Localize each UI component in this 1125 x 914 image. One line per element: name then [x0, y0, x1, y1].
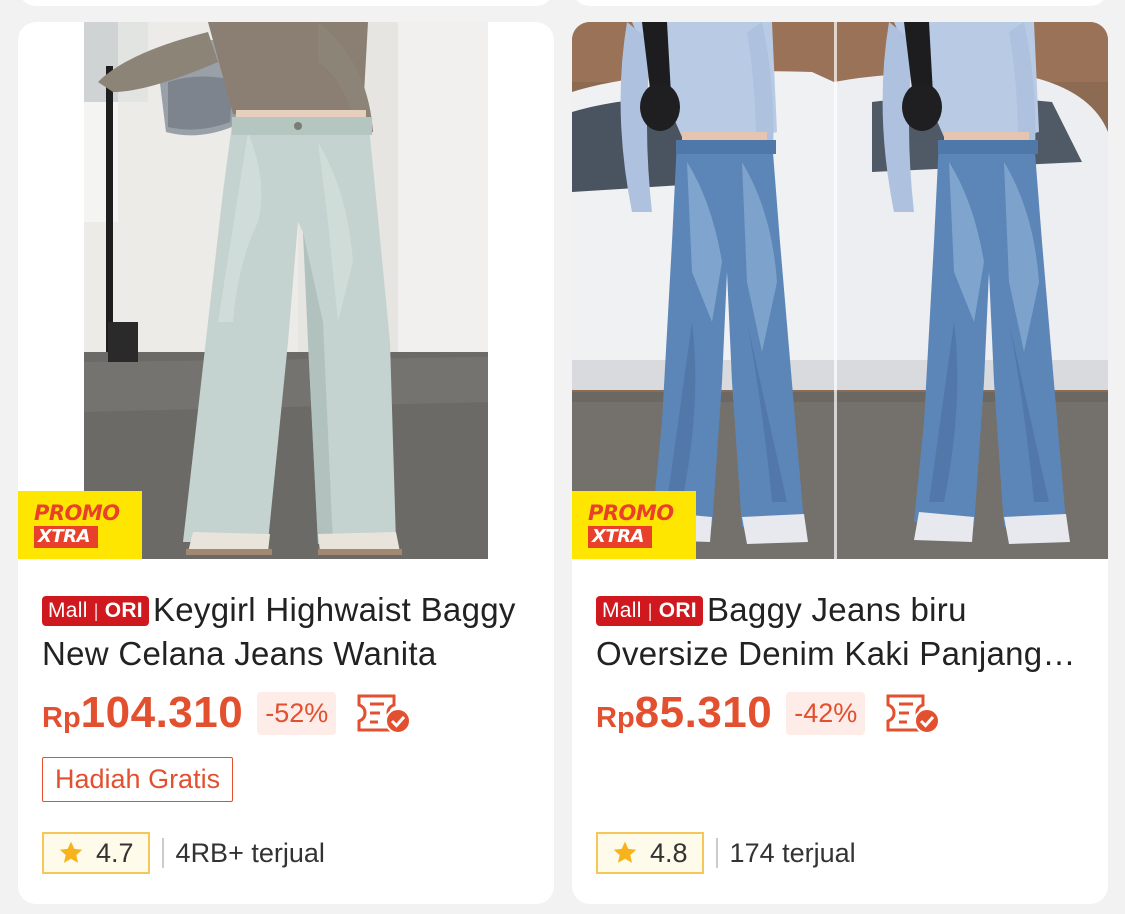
voucher-check-icon: [886, 694, 941, 734]
product-price: Rp104.310: [42, 688, 244, 737]
previous-card-edge-right: [572, 0, 1108, 6]
rating-row: 4.7 4RB+ terjual: [42, 832, 325, 874]
voucher-check-icon: [357, 694, 412, 734]
sold-count: 4RB+ terjual: [175, 837, 325, 868]
product-info: Mall | ORI Baggy Jeans biru Oversize Den…: [596, 588, 1088, 676]
discount-badge: -42%: [786, 691, 866, 735]
previous-card-edge-left: [18, 0, 554, 6]
product-card-2[interactable]: PROMO XTRA Mall | ORI Baggy Jeans biru O…: [572, 22, 1108, 904]
mall-label: Mall: [602, 599, 642, 622]
product-title[interactable]: Mall | ORI Baggy Jeans biru Oversize Den…: [596, 588, 1088, 676]
product-info: Mall | ORI Keygirl Highwaist Baggy New C…: [42, 588, 534, 676]
product-card-1[interactable]: PROMO XTRA Mall | ORI Keygirl Highwaist …: [18, 22, 554, 904]
rating-row: 4.8 174 terjual: [596, 832, 856, 874]
mall-ori-badge: Mall | ORI: [596, 596, 703, 626]
mall-label: Mall: [48, 599, 88, 622]
rating-badge: 4.7: [42, 832, 150, 874]
rating-badge: 4.8: [596, 832, 704, 874]
rating-value: 4.8: [650, 837, 688, 868]
product-price: Rp85.310: [596, 688, 773, 737]
product-title[interactable]: Mall | ORI Keygirl Highwaist Baggy New C…: [42, 588, 534, 676]
free-gift-tag: Hadiah Gratis: [42, 757, 234, 802]
sold-count: 174 terjual: [729, 837, 856, 868]
ori-label: ORI: [658, 599, 697, 622]
promo-xtra-badge: PROMO XTRA: [18, 491, 142, 559]
product-image[interactable]: PROMO XTRA: [572, 22, 1108, 559]
ori-label: ORI: [104, 599, 143, 622]
star-icon: [59, 841, 83, 863]
price-row: Rp104.310 -52%: [42, 688, 412, 738]
mall-ori-badge: Mall | ORI: [42, 596, 149, 626]
divider: [715, 838, 718, 868]
rating-value: 4.7: [96, 837, 134, 868]
divider: [161, 838, 164, 868]
star-icon: [613, 841, 637, 863]
price-row: Rp85.310 -42%: [596, 688, 941, 738]
discount-badge: -52%: [257, 691, 337, 735]
product-image[interactable]: PROMO XTRA: [18, 22, 554, 559]
promo-xtra-badge: PROMO XTRA: [572, 491, 696, 559]
